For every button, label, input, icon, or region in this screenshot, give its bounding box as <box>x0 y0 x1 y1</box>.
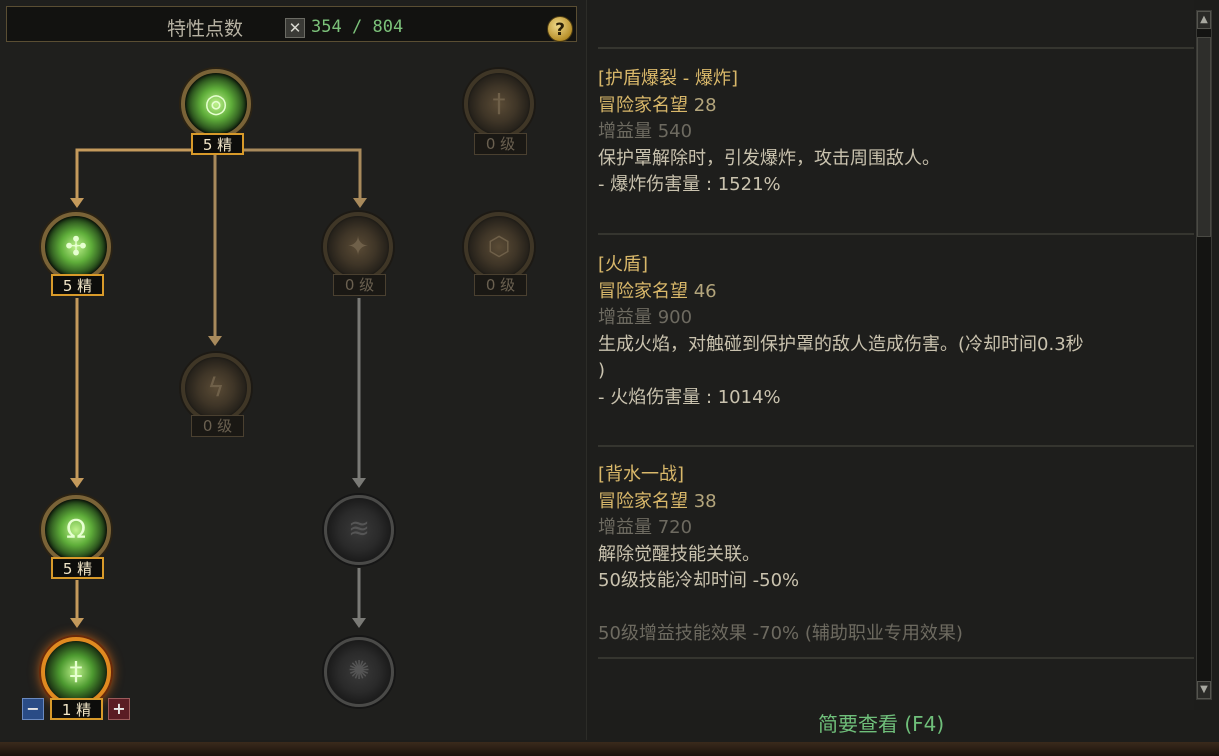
scroll-up-icon[interactable]: ▲ <box>1197 11 1211 29</box>
connector-arrow <box>70 198 84 208</box>
entry-description: 生成火焰，对触碰到保护罩的敌人造成伤害。(冷却时间0.3秒 <box>598 333 1084 355</box>
trait-tree-panel: 特性点数 ✕ 354 / 804 ? ◎ 5 精 † 0 级 ✣ 5 精 ✦ 0… <box>0 0 587 740</box>
trait-node-sword[interactable]: † <box>464 69 534 139</box>
wave-icon: ≋ <box>348 514 370 544</box>
entry-name: [火盾] <box>598 254 649 275</box>
entry-muted-effect: 50级增益技能效果 -70% (辅助职业专用效果) <box>598 622 963 644</box>
trait-node-last-stand[interactable]: ‡ <box>41 637 111 707</box>
node-level-badge: 0 级 <box>191 415 244 437</box>
shield-burst-icon: ✣ <box>65 232 87 262</box>
entry-description: 解除觉醒技能关联。 <box>598 543 760 565</box>
entry-name: [护盾爆裂 - 爆炸] <box>598 68 738 89</box>
decrease-level-button[interactable]: − <box>22 698 44 720</box>
node-level-badge: 5 精 <box>191 133 244 155</box>
trait-node-lightning[interactable]: ϟ <box>181 353 251 423</box>
trait-node-locked-wave[interactable]: ≋ <box>324 495 394 565</box>
hex-shield-icon: ⬡ <box>487 232 511 262</box>
blade-icon: ‡ <box>69 657 83 687</box>
node-level-badge: 0 级 <box>474 274 527 296</box>
trait-node-shield-explosion[interactable]: ◎ <box>181 69 251 139</box>
connector-arrow <box>352 618 366 628</box>
details-scrollbar[interactable]: ▲ ▼ <box>1196 10 1212 700</box>
entry-effect: - 火焰伤害量 : 1014% <box>598 386 781 408</box>
sword-icon: † <box>492 89 506 119</box>
node-level-badge: 0 级 <box>333 274 386 296</box>
detail-entry: [护盾爆裂 - 爆炸] 冒险家名望 28 增益量 540 保护罩解除时，引发爆炸… <box>598 66 1194 199</box>
entry-description: 保护罩解除时，引发爆炸，攻击周围敌人。 <box>598 147 940 169</box>
divider <box>598 47 1194 49</box>
connector-arrow <box>70 618 84 628</box>
node-level-badge: 1 精 <box>50 698 103 720</box>
scroll-thumb[interactable] <box>1197 37 1211 237</box>
connector-arrow <box>208 336 222 346</box>
entry-gain: 增益量 900 <box>598 307 693 328</box>
trait-node-flame[interactable]: ✦ <box>323 212 393 282</box>
detail-entry: [背水一战] 冒险家名望 38 增益量 720 解除觉醒技能关联。 50级技能冷… <box>598 462 1194 647</box>
connector-arrow <box>353 198 367 208</box>
ring-icon: Ω <box>66 515 86 545</box>
trait-node-ring[interactable]: Ω <box>41 495 111 565</box>
swirl-icon: ◎ <box>204 89 228 119</box>
vortex-icon: ✺ <box>348 656 370 686</box>
entry-effect: - 爆炸伤害量 : 1521% <box>598 174 781 195</box>
entry-reputation: 冒险家名望 46 <box>598 280 717 302</box>
increase-level-button[interactable]: + <box>108 698 130 720</box>
trait-node-locked-vortex[interactable]: ✺ <box>324 637 394 707</box>
connector-line <box>75 148 215 200</box>
trait-node-fire-shield[interactable]: ✣ <box>41 212 111 282</box>
detail-entry: [火盾] 冒险家名望 46 增益量 900 生成火焰，对触碰到保护罩的敌人造成伤… <box>598 252 1194 411</box>
node-level-badge: 0 级 <box>474 133 527 155</box>
entry-gain: 增益量 720 <box>598 517 693 538</box>
entry-effect: 50级技能冷却时间 -50% <box>598 570 800 591</box>
bottom-bar <box>0 742 1219 756</box>
trait-node-hex-shield[interactable]: ⬡ <box>464 212 534 282</box>
connector-arrow <box>70 478 84 488</box>
divider <box>598 445 1194 447</box>
connector-arrow <box>352 478 366 488</box>
node-level-badge: 5 精 <box>51 274 104 296</box>
skill-window: 特性点数 ✕ 354 / 804 ? ◎ 5 精 † 0 级 ✣ 5 精 ✦ 0… <box>0 0 1219 756</box>
entry-description-cont: ) <box>598 360 606 381</box>
scroll-down-icon[interactable]: ▼ <box>1197 681 1211 699</box>
entry-reputation: 冒险家名望 38 <box>598 490 717 512</box>
entry-reputation: 冒险家名望 28 <box>598 94 717 116</box>
flame-icon: ✦ <box>347 232 369 262</box>
connector-line <box>215 148 362 200</box>
node-level-badge: 5 精 <box>51 557 104 579</box>
entry-gain: 增益量 540 <box>598 121 693 142</box>
entry-name: [背水一战] <box>598 464 685 485</box>
divider <box>598 657 1194 659</box>
summary-view-button[interactable]: 简要查看 (F4) <box>818 708 944 737</box>
divider <box>598 233 1194 235</box>
lightning-icon: ϟ <box>207 373 225 403</box>
